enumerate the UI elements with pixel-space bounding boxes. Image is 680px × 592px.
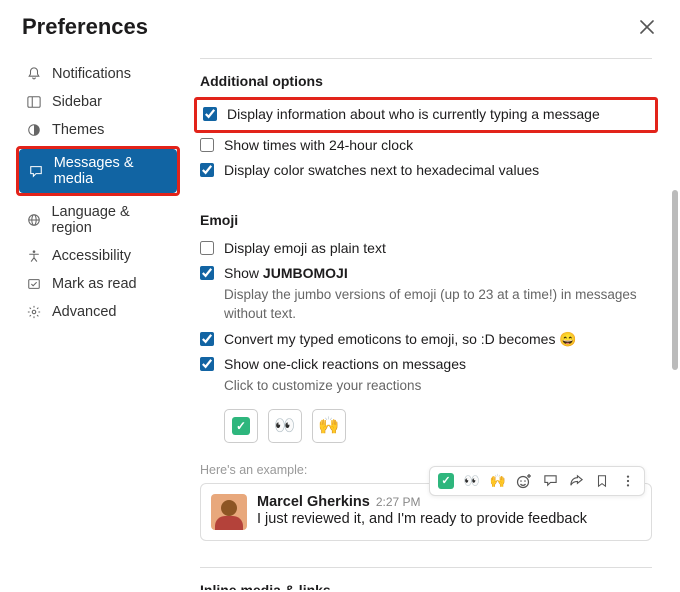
option-label: Show JUMBOMOJI Display the jumbo version… — [224, 264, 652, 323]
option-label: Convert my typed emoticons to emoji, so … — [224, 330, 577, 350]
checkbox-typing-indicator[interactable] — [203, 107, 217, 121]
toolbar-more[interactable] — [617, 470, 639, 492]
option-label: Display color swatches next to hexadecim… — [224, 161, 539, 181]
close-icon — [640, 20, 654, 34]
sidebar-item-messages-media[interactable]: Messages & media — [19, 149, 177, 193]
close-button[interactable] — [636, 16, 658, 38]
sidebar-item-label: Language & region — [51, 204, 170, 236]
thread-icon — [543, 473, 558, 488]
more-vertical-icon — [621, 474, 635, 488]
sidebar-item-label: Messages & media — [54, 155, 167, 187]
checkbox-oneclick-reactions[interactable] — [200, 357, 214, 371]
toolbar-thread[interactable] — [539, 470, 561, 492]
reaction-picker-row: ✓ 👀 🙌 — [224, 409, 652, 443]
toolbar-reaction-eyes[interactable]: 👀 — [461, 470, 483, 492]
checkbox-plain-emoji[interactable] — [200, 241, 214, 255]
sidebar-item-advanced[interactable]: Advanced — [16, 298, 180, 326]
sidebar-item-notifications[interactable]: Notifications — [16, 60, 180, 88]
message-author: Marcel Gherkins — [257, 494, 370, 510]
scrollbar[interactable] — [672, 190, 678, 370]
reaction-slot-1[interactable]: ✓ — [224, 409, 258, 443]
section-title-emoji: Emoji — [200, 212, 652, 228]
message-text: I just reviewed it, and I'm ready to pro… — [257, 511, 641, 527]
divider — [200, 58, 652, 59]
reaction-slot-2[interactable]: 👀 — [268, 409, 302, 443]
bell-icon — [26, 67, 42, 81]
toolbar-share[interactable] — [565, 470, 587, 492]
checkbox-convert-emoticons[interactable] — [200, 332, 214, 346]
sidebar-item-highlight: Messages & media — [16, 146, 180, 196]
mark-read-icon — [26, 277, 42, 291]
message-hover-toolbar: ✓ 👀 🙌 — [429, 466, 645, 496]
accessibility-icon — [26, 249, 42, 263]
checkbox-color-swatches[interactable] — [200, 163, 214, 177]
sidebar-item-label: Advanced — [52, 304, 117, 320]
sidebar-item-sidebar[interactable]: Sidebar — [16, 88, 180, 116]
eyes-icon: 👀 — [274, 416, 295, 436]
toolbar-bookmark[interactable] — [591, 470, 613, 492]
option-label: Display information about who is current… — [227, 105, 600, 125]
option-description: Click to customize your reactions — [224, 377, 466, 396]
themes-icon — [26, 123, 42, 137]
sidebar-item-label: Themes — [52, 122, 104, 138]
message-icon — [29, 164, 44, 178]
hands-icon: 🙌 — [318, 416, 339, 436]
sidebar: Notifications Sidebar Themes Messages & … — [0, 54, 190, 590]
share-icon — [569, 473, 584, 488]
toolbar-reaction-check[interactable]: ✓ — [435, 470, 457, 492]
section-title-additional: Additional options — [200, 73, 652, 89]
sidebar-icon — [26, 95, 42, 109]
checkbox-jumbomoji[interactable] — [200, 266, 214, 280]
sidebar-item-language[interactable]: Language & region — [16, 198, 180, 242]
sidebar-item-accessibility[interactable]: Accessibility — [16, 242, 180, 270]
globe-icon — [26, 213, 41, 227]
message-time: 2:27 PM — [376, 495, 421, 509]
reaction-slot-3[interactable]: 🙌 — [312, 409, 346, 443]
sidebar-item-mark-read[interactable]: Mark as read — [16, 270, 180, 298]
option-label: Show one-click reactions on messages — [224, 356, 466, 372]
option-description: Display the jumbo versions of emoji (up … — [224, 286, 652, 324]
main-panel: Additional options Display information a… — [190, 54, 680, 590]
option-label: Display emoji as plain text — [224, 239, 386, 259]
page-title: Preferences — [22, 14, 148, 40]
check-icon: ✓ — [438, 473, 454, 489]
section-title-inline: Inline media & links — [200, 582, 652, 590]
gear-icon — [26, 305, 42, 319]
sidebar-item-label: Accessibility — [52, 248, 131, 264]
toolbar-reaction-hands[interactable]: 🙌 — [487, 470, 509, 492]
sidebar-item-label: Mark as read — [52, 276, 137, 292]
sidebar-item-themes[interactable]: Themes — [16, 116, 180, 144]
sidebar-item-label: Notifications — [52, 66, 131, 82]
toolbar-add-reaction[interactable] — [513, 470, 535, 492]
highlighted-option: Display information about who is current… — [194, 97, 658, 133]
sidebar-item-label: Sidebar — [52, 94, 102, 110]
smile-plus-icon — [516, 473, 532, 489]
avatar — [211, 494, 247, 530]
divider — [200, 567, 652, 568]
example-message: ✓ 👀 🙌 Marcel Gherkins 2:27 PM I just rev… — [200, 483, 652, 541]
option-label: Show times with 24-hour clock — [224, 136, 413, 156]
checkbox-24h-clock[interactable] — [200, 138, 214, 152]
check-icon: ✓ — [232, 417, 250, 435]
bookmark-icon — [595, 474, 609, 488]
